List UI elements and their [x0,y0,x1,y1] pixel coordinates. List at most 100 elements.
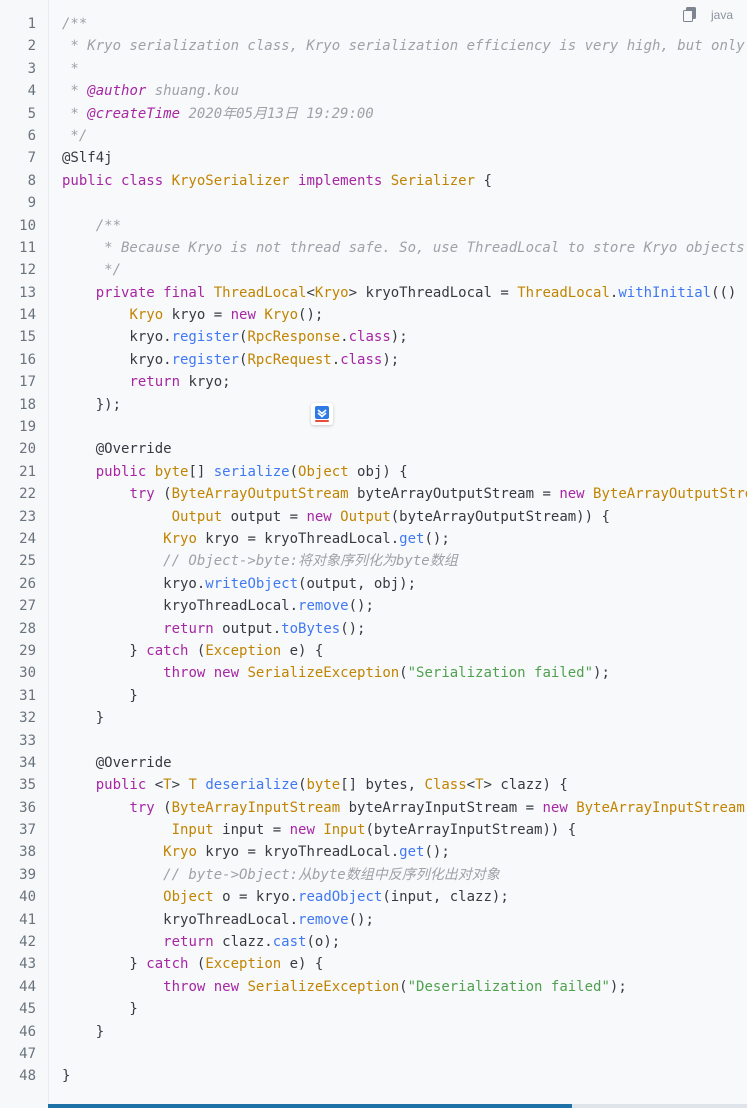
code-token: catch [146,642,189,659]
code-text: * @createTime 2020年05月13日 19:29:00 [62,103,373,125]
code-text: * Kryo serialization class, Kryo seriali… [62,35,747,57]
line-number: 28 [19,620,36,637]
line-number: 20 [19,441,36,458]
code-line: 6 */ [0,125,747,147]
code-token: Kryo [163,530,197,547]
code-token: return [163,620,214,637]
code-text: try (ByteArrayInputStream byteArrayInput… [62,797,747,819]
line-number: 1 [27,16,36,32]
code-text: } [62,1021,104,1043]
code-token: clazz. [213,934,273,951]
code-token: output. [213,620,282,637]
code-text: public class KryoSerializer implements S… [62,170,492,192]
code-text: throw new SerializeException("Serializat… [62,662,610,684]
code-token: class [340,351,383,368]
download-arrow-icon[interactable] [311,403,333,425]
code-token: kryo. [62,329,172,346]
code-line: 4 * @author shuang.kou [0,80,747,102]
code-token: ( [188,642,206,659]
code-text: public <T> T deserialize(byte[] bytes, C… [62,774,568,796]
code-text: } [62,685,137,707]
code-token: . [331,351,341,368]
code-token: SerializeException [247,665,400,682]
code-token: SerializeException [247,978,400,995]
code-token: @Slf4j [62,150,113,167]
code-token: @author [87,83,147,100]
code-line: 29 } catch (Exception e) { [0,640,747,662]
code-line: 40 Object o = kryo.readObject(input, cla… [0,886,747,908]
code-text: return output.toBytes(); [62,618,365,640]
line-number: 35 [19,777,36,794]
copy-icon[interactable] [683,7,696,22]
line-number: 16 [19,351,36,368]
line-number: 8 [27,172,36,189]
code-lines: 1 /** 2 * Kryo serialization class, Kryo s… [0,13,747,1088]
code-token: ThreadLocal [213,284,307,301]
line-number: 42 [19,934,36,951]
code-text: } catch (Exception e) { [62,953,323,975]
code-token: (); [340,620,366,637]
code-token: serialize [213,463,290,480]
code-token: implements [289,172,391,189]
code-token: (input, clazz); [382,889,509,906]
code-text: private final ThreadLocal<Kryo> kryoThre… [62,282,747,304]
horizontal-scrollbar[interactable] [48,1104,747,1108]
code-token: > [171,777,189,794]
code-token: [] bytes, [340,777,425,794]
code-text: */ [62,259,121,281]
code-token: > kryoThreadLocal = [348,284,518,301]
scrollbar-thumb[interactable] [48,1104,572,1108]
line-number: 11 [19,239,36,256]
code-text: } [62,1065,70,1087]
line-number: 39 [19,866,36,883]
code-text: /** [62,13,87,35]
code-token: "Serialization failed" [407,665,594,682]
code-line: 7 @Slf4j [0,147,747,169]
code-token: byte [154,463,189,480]
code-token: return [129,374,181,391]
line-number: 45 [19,1001,36,1018]
code-token: ( [298,777,307,794]
code-token: new [559,486,594,503]
code-token: class [348,329,391,346]
code-token: Kryo [163,844,197,861]
code-line: 46 } [0,1021,747,1043]
code-token: Input [323,822,366,839]
line-number: 41 [19,911,36,928]
code-line: 41 kryoThreadLocal.remove(); [0,909,747,931]
code-token: Object [163,889,214,906]
code-token: kryoThreadLocal. [62,598,299,615]
code-line: 20 @Override [0,438,747,460]
code-line: 27 kryoThreadLocal.remove(); [0,595,747,617]
line-number: 21 [19,463,36,480]
line-number: 24 [19,530,36,547]
code-line: 5 * @createTime 2020年05月13日 19:29:00 [0,103,747,125]
code-line: 22 try (ByteArrayOutputStream byteArrayO… [0,483,747,505]
code-token: (); [424,844,450,861]
code-text: */ [62,125,87,147]
code-token: ( [154,799,172,816]
code-token: Input [171,822,214,839]
code-token: } [62,1068,71,1085]
code-text: Kryo kryo = new Kryo(); [62,304,323,326]
code-line: 9 [0,192,747,214]
code-token: RpcRequest [247,351,332,368]
line-number: 36 [19,799,36,816]
code-text: return clazz.cast(o); [62,931,340,953]
code-token: try [129,799,155,816]
line-number: 22 [19,486,36,503]
code-token: T [475,777,484,794]
line-number: 12 [19,262,36,279]
code-token: new [230,307,265,324]
code-line: 35 public <T> T deserialize(byte[] bytes… [0,774,747,796]
